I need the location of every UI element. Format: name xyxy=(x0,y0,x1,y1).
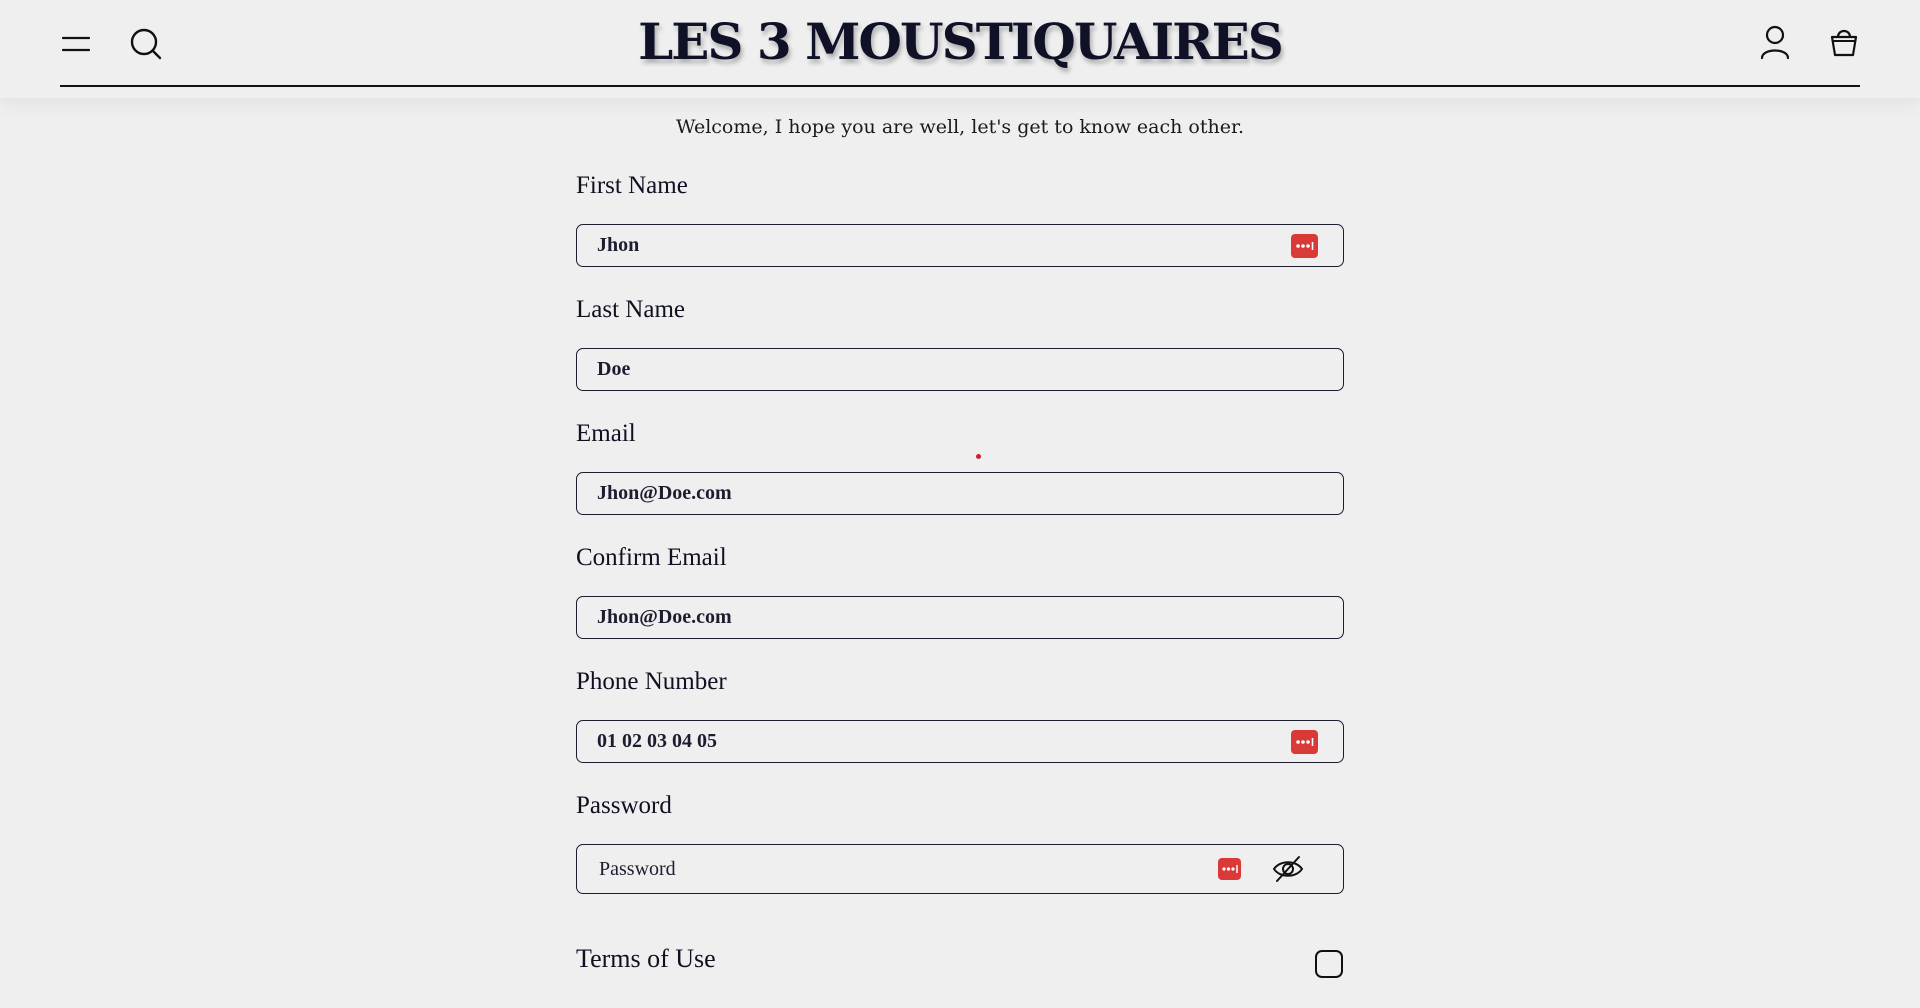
welcome-text: Welcome, I hope you are well, let's get … xyxy=(675,116,1244,138)
email-field[interactable]: Jhon@Doe.com xyxy=(576,472,1344,515)
first-name-label: First Name xyxy=(576,172,688,199)
user-icon xyxy=(1760,25,1790,59)
toggle-password-visibility-button[interactable] xyxy=(1271,852,1305,886)
last-name-label: Last Name xyxy=(576,296,685,323)
email-label: Email xyxy=(576,420,636,447)
password-label: Password xyxy=(576,792,672,819)
site-logo[interactable]: LES 3 MOUSTIQUAIRES xyxy=(0,12,1920,71)
red-dot xyxy=(976,454,981,459)
confirm-email-label: Confirm Email xyxy=(576,544,727,571)
eye-off-icon xyxy=(1272,856,1304,882)
confirm-email-field[interactable]: Jhon@Doe.com xyxy=(576,596,1344,639)
email-value: Jhon@Doe.com xyxy=(597,482,732,504)
terms-of-use-checkbox[interactable] xyxy=(1315,950,1343,978)
header-divider xyxy=(60,85,1860,87)
first-name-field[interactable]: Jhon xyxy=(576,224,1344,267)
autofill-icon[interactable] xyxy=(1291,234,1318,258)
password-placeholder: Password xyxy=(599,857,676,880)
autofill-icon[interactable] xyxy=(1218,858,1241,880)
first-name-value: Jhon xyxy=(597,234,640,256)
password-field[interactable]: Password xyxy=(576,844,1344,894)
site-header: LES 3 MOUSTIQUAIRES xyxy=(0,0,1920,98)
terms-of-use-label: Terms of Use xyxy=(576,944,716,973)
basket-icon xyxy=(1830,29,1858,57)
phone-field[interactable]: 01 02 03 04 05 xyxy=(576,720,1344,763)
last-name-value: Doe xyxy=(597,358,631,380)
account-button[interactable] xyxy=(1753,20,1797,64)
phone-value: 01 02 03 04 05 xyxy=(597,730,717,752)
phone-label: Phone Number xyxy=(576,668,727,695)
cart-button[interactable] xyxy=(1822,20,1866,64)
confirm-email-value: Jhon@Doe.com xyxy=(597,606,732,628)
autofill-icon[interactable] xyxy=(1291,730,1318,754)
last-name-field[interactable]: Doe xyxy=(576,348,1344,391)
